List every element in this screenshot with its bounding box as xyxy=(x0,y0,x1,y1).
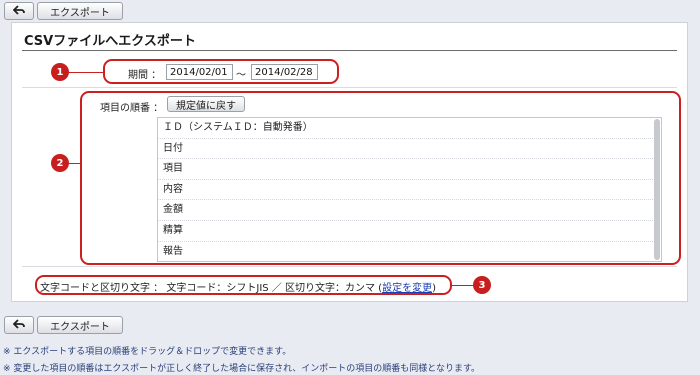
close-paren: ) xyxy=(432,283,436,294)
reset-order-button[interactable]: 規定値に戻す xyxy=(167,96,245,112)
callout-badge-1: 1 xyxy=(51,63,69,81)
list-item[interactable]: 精算 xyxy=(158,221,653,242)
callout-connector-2 xyxy=(69,163,80,164)
list-item[interactable]: 日付 xyxy=(158,139,653,160)
order-label: 項目の順番 ： xyxy=(100,103,164,114)
callout-connector-1 xyxy=(69,72,103,73)
arrow-back-icon xyxy=(12,318,25,332)
list-item[interactable]: ＩＤ（システムＩＤ：自動発番） xyxy=(158,118,653,139)
note-line-1: ※ エクスポートする項目の順番をドラッグ＆ドロップで変更できます。 xyxy=(3,347,292,357)
list-item[interactable]: 報告 xyxy=(158,242,653,261)
encoding-label: 文字コードと区切り文字 ： xyxy=(40,283,164,294)
encoding-row: 文字コードと区切り文字 ： 文字コード：シフトJIS ／ 区切り文字：カンマ (… xyxy=(40,279,436,294)
period-end-input[interactable] xyxy=(251,64,318,80)
page-title: CSVファイルへエクスポート xyxy=(24,34,196,49)
export-button-top[interactable]: エクスポート xyxy=(37,2,123,20)
back-button-top[interactable] xyxy=(4,2,34,20)
title-divider xyxy=(22,50,677,51)
list-item[interactable]: 項目 xyxy=(158,159,653,180)
period-start-input[interactable] xyxy=(166,64,233,80)
field-order-list: ＩＤ（システムＩＤ：自動発番） 日付 項目 内容 金額 精算 報告 xyxy=(157,117,662,262)
callout-badge-2: 2 xyxy=(51,154,69,172)
arrow-back-icon xyxy=(12,4,25,18)
period-separator: ～ xyxy=(236,70,246,81)
export-button-bottom[interactable]: エクスポート xyxy=(37,316,123,334)
callout-connector-3 xyxy=(452,285,473,286)
note-line-2: ※ 変更した項目の順番はエクスポートが正しく終了した場合に保存され、インポートの… xyxy=(3,364,481,374)
period-label: 期間 ： xyxy=(128,70,162,81)
list-item[interactable]: 内容 xyxy=(158,180,653,201)
divider-order xyxy=(22,266,677,267)
back-button-bottom[interactable] xyxy=(4,316,34,334)
callout-badge-3: 3 xyxy=(473,276,491,294)
list-item[interactable]: 金額 xyxy=(158,200,653,221)
change-settings-link[interactable]: 設定を変更 xyxy=(382,283,432,294)
encoding-value: 文字コード：シフトJIS ／ 区切り文字：カンマ xyxy=(166,283,375,294)
list-scrollbar[interactable] xyxy=(654,119,660,260)
divider-period xyxy=(22,87,677,88)
